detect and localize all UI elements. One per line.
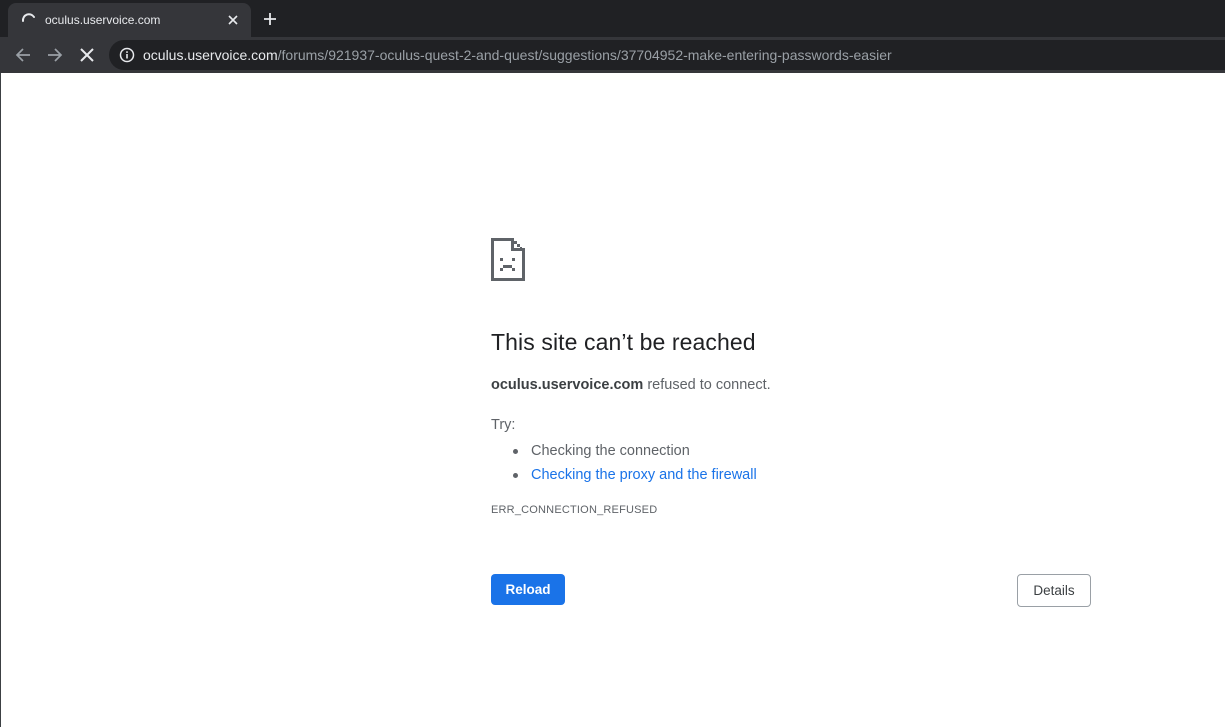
forward-arrow-icon[interactable] [45,45,65,65]
error-host: oculus.uservoice.com [491,377,644,393]
error-summary: oculus.uservoice.com refused to connect. [491,377,771,393]
close-icon[interactable] [225,12,241,28]
details-button[interactable]: Details [1017,574,1091,607]
list-item: Checking the connection [513,439,757,463]
tab-title: oculus.uservoice.com [45,13,161,27]
sad-page-icon [491,238,525,281]
error-summary-text: refused to connect. [643,377,771,393]
error-page: This site can’t be reached oculus.uservo… [0,73,1225,727]
info-icon[interactable] [119,47,135,63]
plus-icon[interactable] [261,10,279,28]
reload-button[interactable]: Reload [491,574,565,605]
url-path: /forums/921937-oculus-quest-2-and-quest/… [277,47,892,63]
browser-tab[interactable]: oculus.uservoice.com [8,3,251,37]
suggestion-check-connection: Checking the connection [531,443,690,459]
list-item: Checking the proxy and the firewall [513,463,757,487]
suggestion-check-proxy-link[interactable]: Checking the proxy and the firewall [531,467,757,483]
error-code: ERR_CONNECTION_REFUSED [491,504,658,516]
loading-spinner-icon [21,12,37,28]
stop-loading-icon[interactable] [77,45,97,65]
browser-toolbar: oculus.uservoice.com/forums/921937-oculu… [0,37,1225,73]
url-host: oculus.uservoice.com [143,47,278,63]
address-bar[interactable]: oculus.uservoice.com/forums/921937-oculu… [109,40,1225,70]
tab-strip: oculus.uservoice.com [0,0,1225,37]
suggestions-list: Checking the connection Checking the pro… [513,439,757,487]
back-arrow-icon[interactable] [13,45,33,65]
url-text: oculus.uservoice.com/forums/921937-oculu… [143,47,892,63]
error-heading: This site can’t be reached [491,329,756,355]
try-label: Try: [491,417,516,433]
